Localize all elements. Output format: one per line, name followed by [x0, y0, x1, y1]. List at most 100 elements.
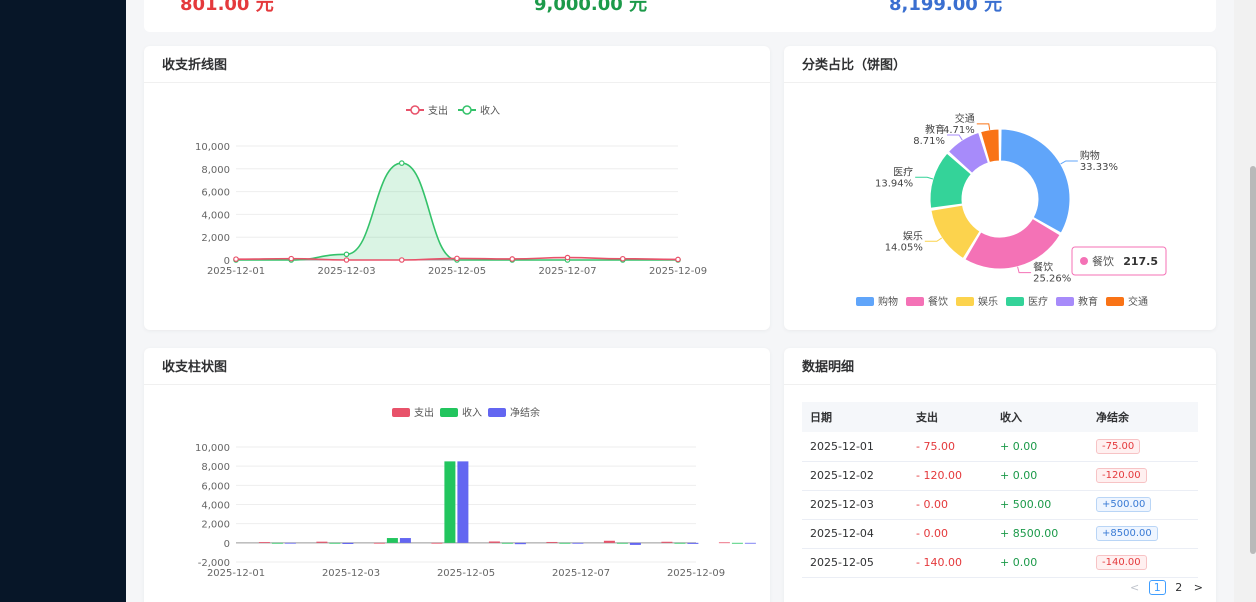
legend-swatch — [856, 297, 874, 306]
data-point — [398, 257, 405, 263]
legend-swatch — [392, 408, 410, 417]
bar-chart: -2,00002,0004,0006,0008,00010,0002025-12… — [195, 406, 756, 579]
data-point — [288, 255, 295, 262]
bar — [718, 542, 730, 544]
y-tick-label: 0 — [224, 539, 230, 550]
line-chart: 02,0004,0006,0008,00010,0002025-12-01 202… — [195, 104, 707, 277]
pie-tooltip-label: 餐饮 — [1092, 254, 1114, 268]
bar — [572, 542, 584, 544]
y-tick-label: 4,000 — [201, 210, 230, 221]
legend-label: 购物 — [878, 295, 898, 308]
x-tick-label: 2025-12-05 — [437, 568, 495, 579]
legend-label: 娱乐 — [978, 295, 998, 308]
cell-date: 2025-12-04 — [802, 519, 908, 549]
bar — [284, 542, 296, 544]
bar — [271, 542, 283, 544]
pie-leader-line — [1017, 266, 1032, 274]
page-1-button[interactable]: 1 — [1148, 580, 1166, 595]
bar — [431, 542, 443, 544]
y-tick-label: 6,000 — [201, 481, 230, 492]
bar — [386, 538, 398, 543]
bar — [514, 542, 526, 545]
net-badge: -120.00 — [1096, 468, 1147, 483]
legend-swatch — [1106, 297, 1124, 306]
y-tick-label: 2,000 — [201, 233, 230, 244]
legend-label: 收入 — [480, 104, 500, 117]
cell-income: + 0.00 — [992, 432, 1088, 462]
total-income-value: 9,000.00 元 — [534, 0, 648, 15]
bar — [687, 542, 699, 544]
pie-slice — [964, 217, 1061, 270]
bar — [744, 542, 756, 544]
y-tick-label: 10,000 — [195, 142, 230, 153]
cell-net: +8500.00 — [1088, 519, 1198, 549]
pie-percent: 25.26% — [1033, 274, 1071, 285]
data-point — [398, 160, 405, 166]
data-point — [454, 255, 460, 262]
legend-marker — [462, 105, 472, 115]
pie-tooltip-marker — [1080, 257, 1088, 265]
data-point — [619, 255, 626, 262]
table-row: 2025-12-01- 75.00 + 0.00 -75.00 — [802, 432, 1198, 462]
page-2-button[interactable]: 2 — [1175, 581, 1182, 594]
prev-page-button[interactable]: < — [1130, 581, 1139, 594]
cell-net: -120.00 — [1088, 461, 1198, 491]
pie-percent: 8.71% — [913, 136, 945, 147]
y-tick-label: 10,000 — [195, 443, 230, 454]
y-tick-label: 8,000 — [201, 462, 230, 473]
x-tick-label: 2025-12-03 — [317, 266, 375, 277]
table-row: 2025-12-03- 0.00 + 500.00 +500.00 — [802, 490, 1198, 520]
cell-expense: - 120.00 — [908, 461, 992, 491]
table-header-row: 日期 支出 收入 净结余 — [802, 402, 1198, 432]
bar — [731, 542, 743, 544]
cell-date: 2025-12-01 — [802, 432, 908, 462]
bar — [674, 542, 686, 544]
legend-label: 支出 — [414, 406, 434, 419]
bar — [661, 541, 673, 543]
line-chart-card: 收支折线图 0 2,000 4,000 6,000 8,000 10,000 2025-12… — [144, 46, 770, 330]
net-badge: +8500.00 — [1096, 526, 1158, 541]
legend-label: 净结余 — [510, 406, 540, 419]
pie-label: 教育 — [925, 123, 945, 136]
pie-tooltip-value: 217.5 — [1123, 255, 1158, 268]
series-area — [236, 163, 678, 260]
line-chart-title: 收支折线图 — [162, 58, 228, 73]
net-badge: -140.00 — [1096, 555, 1147, 570]
stat-strip: 801.00 元 9,000.00 元 8,199.00 元 — [144, 0, 1216, 32]
next-page-button[interactable]: > — [1194, 581, 1203, 594]
data-point — [564, 254, 571, 261]
bar — [329, 542, 341, 544]
total-expense-value: 801.00 元 — [180, 0, 274, 15]
pie-label: 交通 — [955, 112, 975, 125]
cell-net: +500.00 — [1088, 490, 1198, 520]
cell-income: + 500.00 — [992, 490, 1088, 520]
bar — [546, 541, 558, 543]
cell-income: + 0.00 — [992, 548, 1088, 578]
x-tick-label: 2025-12-01 — [207, 568, 265, 579]
x-tick-label: 2025-12-09 — [649, 266, 707, 277]
legend-swatch — [440, 408, 458, 417]
pie-leader-line — [1060, 160, 1078, 165]
pie-slice — [1000, 128, 1071, 234]
sidebar — [0, 0, 126, 602]
legend-swatch — [1056, 297, 1074, 306]
table-row: 2025-12-02- 120.00 + 0.00 -120.00 — [802, 461, 1198, 491]
bar — [399, 538, 411, 543]
bar — [258, 542, 270, 543]
cell-expense: - 0.00 — [908, 490, 992, 520]
header-net: 净结余 — [1088, 402, 1198, 432]
legend-label: 交通 — [1128, 295, 1148, 308]
pie-label: 医疗 — [893, 165, 913, 178]
pie-label: 购物 — [1080, 149, 1100, 162]
cell-income: + 8500.00 — [992, 519, 1088, 549]
data-point — [675, 256, 681, 263]
cell-date: 2025-12-05 — [802, 548, 908, 578]
data-table-card: 数据明细 日期 支出 收入 净结余 2025-12-01- 75.00 + 0.0… — [784, 348, 1216, 602]
x-tick-label: 2025-12-05 — [428, 266, 486, 277]
scrollbar-thumb[interactable] — [1250, 166, 1256, 554]
pie-percent: 14.05% — [885, 242, 923, 253]
bar — [457, 461, 469, 543]
cell-net: -140.00 — [1088, 548, 1198, 578]
pie-leader-line — [976, 123, 991, 130]
header-date: 日期 — [802, 402, 908, 432]
